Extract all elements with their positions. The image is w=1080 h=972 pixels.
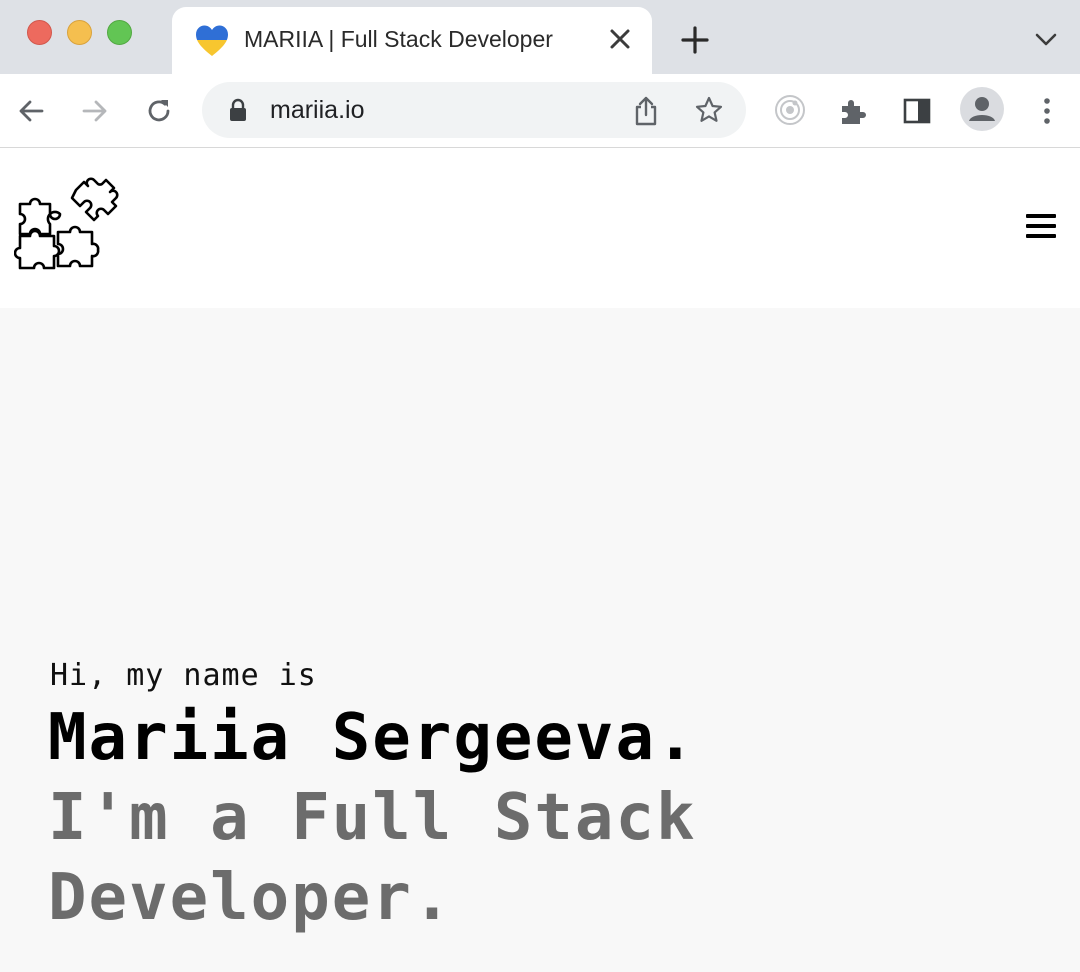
address-bar[interactable]: mariia.io <box>202 82 746 138</box>
puzzle-pieces-icon[interactable] <box>14 176 122 280</box>
address-url[interactable]: mariia.io <box>270 96 364 125</box>
star-icon[interactable] <box>694 95 724 125</box>
browser-tab-active[interactable]: MARIIA | Full Stack Developer <box>172 7 652 74</box>
more-options-icon[interactable] <box>1032 96 1062 126</box>
hero-role: I'm a Full Stack Developer. <box>48 781 697 935</box>
browser-tab-strip: MARIIA | Full Stack Developer <box>0 0 1080 74</box>
hero-name: Mariia Sergeeva. <box>48 701 697 775</box>
site-header <box>0 148 1080 308</box>
window-minimize-button[interactable] <box>67 20 92 45</box>
window-close-button[interactable] <box>27 20 52 45</box>
profile-avatar[interactable] <box>960 87 1004 131</box>
plus-icon[interactable] <box>680 25 710 55</box>
browser-toolbar: mariia.io <box>0 74 1080 148</box>
extension-target-icon[interactable] <box>774 94 806 126</box>
close-icon[interactable] <box>606 25 634 53</box>
window-maximize-button[interactable] <box>107 20 132 45</box>
tab-title: MARIIA | Full Stack Developer <box>244 26 553 52</box>
reload-icon[interactable] <box>144 96 174 126</box>
share-icon[interactable] <box>632 95 660 127</box>
yellow-blue-heart-icon <box>196 25 228 56</box>
forward-arrow-icon[interactable] <box>80 96 110 126</box>
extensions-puzzle-icon[interactable] <box>838 96 868 126</box>
hamburger-menu-icon[interactable] <box>1026 214 1056 242</box>
back-arrow-icon[interactable] <box>16 96 46 126</box>
side-panel-icon[interactable] <box>902 96 932 126</box>
hero-greeting: Hi, my name is <box>50 658 317 693</box>
chevron-down-icon[interactable] <box>1032 30 1060 50</box>
lock-icon[interactable] <box>228 98 248 122</box>
person-icon <box>969 97 995 121</box>
hero-section: Hi, my name is Mariia Sergeeva. I'm a Fu… <box>0 308 1080 972</box>
